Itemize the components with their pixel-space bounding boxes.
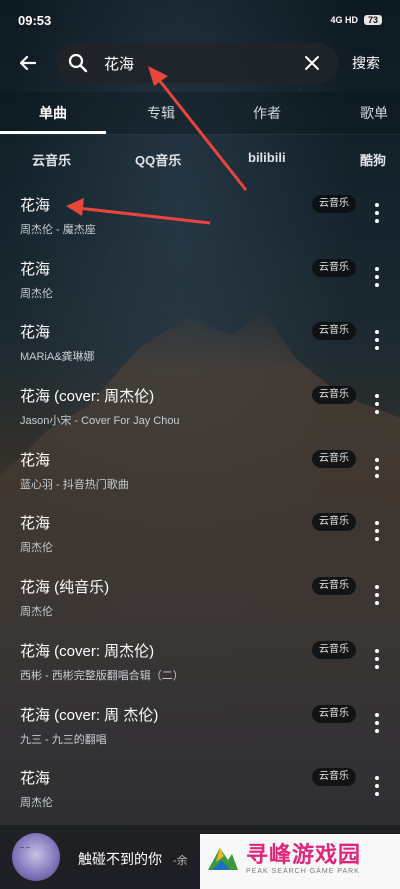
source-badge: 云音乐 xyxy=(312,258,356,277)
song-title: 花海 xyxy=(20,770,51,788)
album-art[interactable]: ~ ~ xyxy=(12,833,60,881)
back-button[interactable] xyxy=(0,43,56,83)
song-title: 花海 xyxy=(20,324,51,342)
song-title: 花海 xyxy=(20,197,51,214)
source-badge: 云音乐 xyxy=(312,386,356,405)
song-title: 花海 (cover: 周 杰伦) xyxy=(20,706,159,724)
more-options-icon[interactable] xyxy=(372,203,382,223)
source-tab-cloudmusic[interactable]: 云音乐 xyxy=(32,150,71,169)
source-badge: 云音乐 xyxy=(312,449,356,468)
watermark-logo-icon xyxy=(208,848,238,870)
more-options-icon[interactable] xyxy=(372,648,382,669)
song-title: 花海 xyxy=(20,515,51,533)
song-list: 花海 周杰伦 - 魔杰座 云音乐 花海 周杰伦 云音乐 花海 MARiA&龚琳娜… xyxy=(0,180,400,817)
song-row[interactable]: 花海 周杰伦 云音乐 xyxy=(0,753,400,817)
song-subtitle: 周杰伦 xyxy=(20,797,53,810)
song-title: 花海 (cover: 周杰伦) xyxy=(20,388,155,406)
search-box[interactable] xyxy=(56,43,338,83)
song-title: 花海 (cover: 周杰伦) xyxy=(20,642,155,660)
tab-artists[interactable]: 作者 xyxy=(242,92,292,134)
song-subtitle: Jason小宋 - Cover For Jay Chou xyxy=(20,415,180,428)
network-indicator: 4G HD xyxy=(330,15,358,25)
arrow-left-icon xyxy=(19,55,37,71)
now-playing-artist: -余 xyxy=(173,855,188,867)
now-playing-title: 触碰不到的你 xyxy=(78,851,162,867)
watermark: 寻峰游戏园 PEAK SEARCH GAME PARK xyxy=(200,834,400,889)
result-tabs: 单曲 专辑 作者 歌单 xyxy=(0,92,400,135)
source-badge: 云音乐 xyxy=(312,640,356,659)
search-input[interactable] xyxy=(102,53,304,73)
close-icon[interactable] xyxy=(304,55,320,71)
song-row[interactable]: 花海 周杰伦 云音乐 xyxy=(0,498,400,562)
song-title: 花海 xyxy=(20,451,51,469)
song-row[interactable]: 花海 MARiA&龚琳娜 云音乐 xyxy=(0,307,400,371)
song-subtitle: 周杰伦 xyxy=(20,606,53,619)
status-time: 09:53 xyxy=(18,12,52,28)
song-subtitle: 九三 - 九三的翻唱 xyxy=(20,733,107,746)
search-icon xyxy=(68,53,88,73)
more-options-icon[interactable] xyxy=(372,521,382,542)
source-badge: 云音乐 xyxy=(312,513,356,532)
more-options-icon[interactable] xyxy=(372,266,382,287)
watermark-title: 寻峰游戏园 xyxy=(246,842,362,867)
source-badge: 云音乐 xyxy=(312,195,356,213)
status-bar: 09:53 4G HD 73 xyxy=(0,0,400,40)
song-subtitle: 西彬 - 西彬完整版翻唱合辑（二） xyxy=(20,669,184,682)
tab-songs[interactable]: 单曲 xyxy=(0,92,106,134)
source-badge: 云音乐 xyxy=(312,768,356,787)
more-options-icon[interactable] xyxy=(372,457,382,478)
song-subtitle: MARiA&龚琳娜 xyxy=(20,351,95,364)
tab-albums[interactable]: 专辑 xyxy=(136,92,186,134)
song-row[interactable]: 花海 (纯音乐) 周杰伦 云音乐 xyxy=(0,562,400,626)
search-submit-button[interactable]: 搜索 xyxy=(352,53,380,73)
more-options-icon[interactable] xyxy=(372,712,382,733)
song-subtitle: 周杰伦 xyxy=(20,542,53,555)
source-badge: 云音乐 xyxy=(312,704,356,723)
source-badge: 云音乐 xyxy=(312,577,356,596)
source-badge: 云音乐 xyxy=(312,322,356,341)
song-row[interactable]: 花海 (cover: 周杰伦) Jason小宋 - Cover For Jay … xyxy=(0,371,400,435)
watermark-subtitle: PEAK SEARCH GAME PARK xyxy=(246,868,360,875)
status-icons: 4G HD 73 xyxy=(330,15,382,25)
more-options-icon[interactable] xyxy=(372,394,382,415)
song-row[interactable]: 花海 蓝心羽 - 抖音热门歌曲 云音乐 xyxy=(0,435,400,499)
song-title: 花海 xyxy=(20,260,51,278)
battery-icon: 73 xyxy=(363,15,382,25)
source-tab-bilibili[interactable]: bilibili xyxy=(248,150,286,165)
more-options-icon[interactable] xyxy=(372,776,382,797)
tab-playlists[interactable]: 歌单 xyxy=(352,92,396,134)
album-art-scribble: ~ ~ xyxy=(20,845,31,852)
song-subtitle: 蓝心羽 - 抖音热门歌曲 xyxy=(20,478,129,491)
more-options-icon[interactable] xyxy=(372,330,382,351)
source-tabs: 云音乐 QQ音乐 bilibili 酷狗 xyxy=(0,146,400,172)
source-tab-qqmusic[interactable]: QQ音乐 xyxy=(135,150,181,169)
song-subtitle: 周杰伦 - 魔杰座 xyxy=(20,224,96,236)
more-options-icon[interactable] xyxy=(372,585,382,606)
source-tab-kugou[interactable]: 酷狗 xyxy=(360,150,386,169)
song-subtitle: 周杰伦 xyxy=(20,287,53,300)
search-bar-row: 搜索 xyxy=(0,40,400,86)
song-row[interactable]: 花海 周杰伦 - 魔杰座 云音乐 xyxy=(0,180,400,244)
song-row[interactable]: 花海 (cover: 周 杰伦) 九三 - 九三的翻唱 云音乐 xyxy=(0,690,400,754)
song-row[interactable]: 花海 (cover: 周杰伦) 西彬 - 西彬完整版翻唱合辑（二） 云音乐 xyxy=(0,626,400,690)
song-title: 花海 (纯音乐) xyxy=(20,579,110,597)
song-row[interactable]: 花海 周杰伦 云音乐 xyxy=(0,244,400,308)
